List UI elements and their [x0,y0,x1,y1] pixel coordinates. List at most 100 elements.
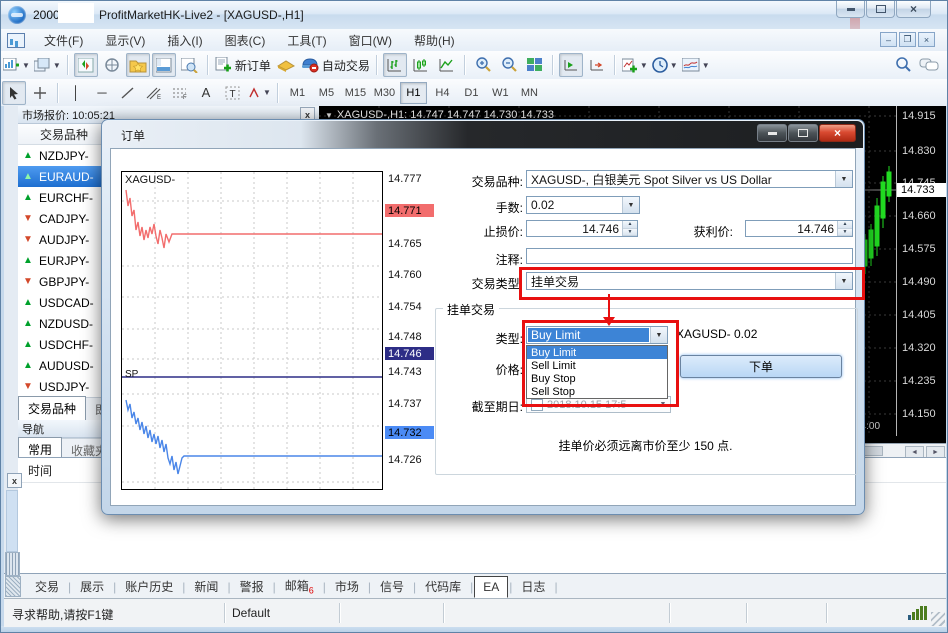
market-watch-title: 市场报价: 10:05:21 [22,107,115,123]
crosshair-tool-button[interactable] [28,81,52,105]
vertical-line-tool-button[interactable]: │ [64,81,88,105]
terminal-grip[interactable] [5,552,20,576]
terminal-tab[interactable]: 信号 [372,575,412,598]
tick-chart-symbol: XAGUSD- [125,174,175,186]
menu-item[interactable]: 显示(V) [94,32,156,49]
text-tool-button[interactable]: A [194,81,218,105]
chart-shift-button[interactable] [585,53,609,77]
terminal-close-icon[interactable]: x [7,473,22,488]
timeframe-button[interactable]: M1 [284,82,311,104]
dialog-maximize-button[interactable] [788,124,818,142]
symbol-name: USDJPY- [39,380,89,394]
chart-menu-icon[interactable] [7,33,25,48]
chevron-down-icon: ▼ [22,61,30,70]
timeframe-button[interactable]: MN [516,82,543,104]
tile-windows-button[interactable] [523,53,547,77]
indicators-button[interactable]: ▼ [621,53,649,77]
place-order-button[interactable]: 下单 [680,355,842,378]
terminal-tab[interactable]: 代码库 [417,575,469,598]
terminal-tab[interactable]: 新闻 [186,575,226,598]
zoom-out-button[interactable] [497,53,521,77]
search-icon[interactable] [891,53,915,77]
status-profile[interactable]: Default [232,606,270,620]
profiles-button[interactable]: ▼ [33,53,62,77]
maximize-button[interactable] [866,1,895,18]
menu-item[interactable]: 工具(T) [276,32,337,49]
terminal-tab[interactable]: 邮箱6 [277,574,322,598]
tabbar-grip[interactable] [5,576,21,597]
symbol-name: NZDJPY- [39,149,89,163]
cursor-tool-button[interactable] [2,81,26,105]
close-button[interactable]: × [896,1,931,18]
annotation-box-pending-type [522,320,679,407]
resize-grip[interactable] [931,612,945,626]
menu-item[interactable]: 文件(F) [33,32,94,49]
terminal-tab[interactable]: 展示 [72,575,112,598]
timeframe-button[interactable]: H4 [429,82,456,104]
symbol-combo[interactable]: XAGUSD-, 白银美元 Spot Silver vs US Dollar ▼ [526,170,853,188]
zoom-in-button[interactable] [471,53,495,77]
terminal-tab[interactable]: 日志 [513,575,553,598]
trendline-tool-button[interactable] [116,81,140,105]
market-watch-button[interactable] [74,53,98,77]
menu-item[interactable]: 插入(I) [156,32,213,49]
bar-chart-type-button[interactable] [383,53,407,77]
child-restore-button[interactable]: ❐ [899,32,916,47]
autotrading-button[interactable]: 自动交易 [300,53,371,77]
terminal-tab[interactable]: EA [474,576,508,598]
chevron-down-icon[interactable]: ▼ [835,171,852,187]
comment-input[interactable] [526,248,853,264]
trend-arrow-icon [23,339,39,350]
equidistant-channel-tool-button[interactable]: E [142,81,166,105]
chat-icon[interactable] [917,53,941,77]
menu-item[interactable]: 帮助(H) [403,32,466,49]
terminal-tab[interactable]: 账户历史 [117,575,181,598]
auto-scroll-button[interactable] [559,53,583,77]
timeframe-button[interactable]: H1 [400,82,427,104]
terminal-tab[interactable]: 市场 [327,575,367,598]
menu-item[interactable]: 窗口(W) [338,32,403,49]
child-close-button[interactable]: × [918,32,935,47]
timeframe-button[interactable]: M5 [313,82,340,104]
line-chart-type-button[interactable] [435,53,459,77]
terminal-button[interactable] [152,53,176,77]
timeframe-button[interactable]: M15 [342,82,369,104]
scroll-left-icon[interactable]: ◄ [905,446,924,457]
new-chart-button[interactable]: ▼ [2,53,31,77]
minimize-button[interactable] [836,1,865,18]
standard-toolbar: ▼ ▼ 新订单 自动交易 [1,51,948,80]
horizontal-line-tool-button[interactable]: ─ [90,81,114,105]
status-help-text: 寻求帮助,请按F1键 [12,606,113,623]
navigator-button[interactable] [100,53,124,77]
volume-combo[interactable]: 0.02 ▼ [526,196,640,214]
new-order-button[interactable]: 新订单 [214,53,272,77]
text-label-tool-button[interactable]: T [220,81,244,105]
dialog-minimize-button[interactable] [757,124,787,142]
price-axis-label: 14.915 [902,110,946,122]
chevron-down-icon[interactable]: ▼ [622,197,639,213]
periods-button[interactable]: ▼ [651,53,679,77]
tick-price-label: 14.726 [385,453,434,466]
spin-down-icon[interactable]: ▼ [838,229,852,237]
volume-field-label: 手数: [373,199,523,216]
terminal-tab[interactable]: 交易 [27,575,67,598]
scroll-right-icon[interactable]: ► [926,446,945,457]
fibonacci-tool-button[interactable]: F [168,81,192,105]
metaeditor-button[interactable] [274,53,298,77]
timeframe-button[interactable]: W1 [487,82,514,104]
stop-line-label: SP [125,369,138,380]
market-watch-tab[interactable]: 交易品种 [18,396,86,421]
templates-button[interactable]: ▼ [681,53,711,77]
takeprofit-field[interactable]: 14.746 ▲▼ [745,220,853,237]
strategy-tester-button[interactable] [178,53,202,77]
favorites-button[interactable] [126,53,150,77]
timeframe-button[interactable]: M30 [371,82,398,104]
dialog-close-button[interactable]: × [819,124,856,142]
spin-up-icon[interactable]: ▲ [838,221,852,229]
candlestick-chart-type-button[interactable] [409,53,433,77]
timeframe-button[interactable]: D1 [458,82,485,104]
arrows-tool-button[interactable]: ▼ [246,81,272,105]
terminal-tab[interactable]: 警报 [232,575,272,598]
menu-item[interactable]: 图表(C) [214,32,277,49]
child-minimize-button[interactable]: – [880,32,897,47]
